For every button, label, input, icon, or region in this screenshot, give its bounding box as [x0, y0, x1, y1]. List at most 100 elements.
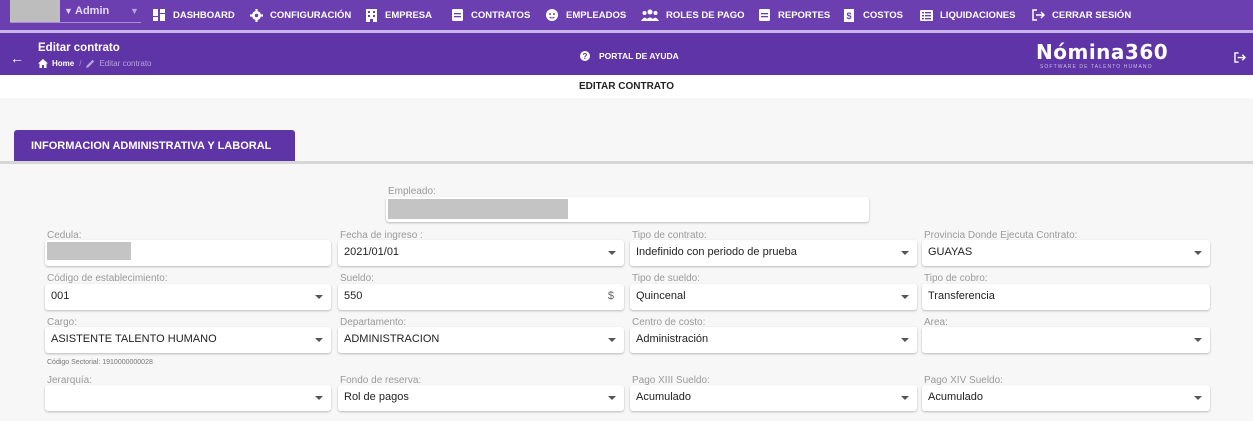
dropdown-arrow-icon: [1194, 396, 1202, 400]
nav-dashboard[interactable]: DASHBOARD: [152, 8, 235, 22]
home-icon: [38, 59, 48, 68]
dropdown-arrow-icon: [901, 251, 909, 255]
nav-label: LIQUIDACIONES: [940, 9, 1016, 21]
dropdown-arrow-icon: [315, 396, 323, 400]
centro-costo-value: Administración: [636, 333, 709, 345]
sueldo-value: 550: [344, 290, 363, 302]
users-icon: [641, 8, 659, 22]
dropdown-arrow-icon: [901, 396, 909, 400]
cargo-value: ASISTENTE TALENTO HUMANO: [51, 333, 217, 345]
nav-empresa[interactable]: EMPRESA: [364, 8, 432, 22]
tipo-contrato-select[interactable]: Indefinido con periodo de prueba: [630, 240, 917, 266]
help-portal-link[interactable]: ? PORTAL DE AYUDA: [580, 51, 679, 61]
nav-configuracion[interactable]: CONFIGURACIÓN: [249, 8, 351, 22]
back-arrow-icon[interactable]: ←: [10, 50, 24, 66]
nav-label: EMPRESA: [385, 9, 432, 21]
nav-reportes[interactable]: REPORTES: [757, 8, 830, 22]
costs-icon: $: [842, 8, 856, 22]
dropdown-arrow-icon: [1194, 251, 1202, 255]
tipo-cobro-value: Transferencia: [928, 290, 995, 302]
pago-xiii-select[interactable]: Acumulado: [630, 385, 917, 411]
fondo-reserva-select[interactable]: Rol de pagos: [338, 385, 624, 411]
dropdown-arrow-icon: [315, 338, 323, 342]
report-icon: [757, 8, 771, 22]
fecha-ingreso-select[interactable]: 2021/01/01: [338, 240, 624, 266]
nav-empleados[interactable]: EMPLEADOS: [545, 8, 626, 22]
centro-costo-select[interactable]: Administración: [630, 327, 917, 353]
breadcrumb-separator: /: [79, 59, 82, 68]
dollar-suffix: $: [607, 290, 614, 302]
user-menu-underline: [10, 22, 141, 23]
nav-label: CERRAR SESIÓN: [1052, 9, 1132, 21]
tipo-sueldo-select[interactable]: Quincenal: [630, 284, 917, 310]
dropdown-arrow-icon: [315, 295, 323, 299]
provincia-select[interactable]: GUAYAS: [922, 240, 1210, 266]
codigo-establecimiento-value: 001: [51, 290, 70, 302]
nav-label: REPORTES: [778, 9, 831, 21]
nav-contratos[interactable]: CONTRATOS: [450, 8, 530, 22]
dropdown-arrow-icon: [608, 251, 616, 255]
logout-icon[interactable]: [1234, 50, 1247, 68]
nav-label: CONTRATOS: [471, 9, 531, 21]
empleado-field[interactable]: [386, 197, 869, 222]
tipo-cobro-label: Tipo de cobro:: [924, 273, 988, 284]
codigo-establecimiento-label: Código de establecimiento:: [47, 273, 168, 284]
svg-text:?: ?: [583, 52, 588, 61]
caret-down-icon[interactable]: ▼: [64, 6, 73, 16]
breadcrumb: Home / Editar contrato: [38, 59, 152, 68]
nav-label: ROLES DE PAGO: [666, 9, 745, 21]
tab-underline: [0, 161, 1253, 164]
empleado-label: Empleado:: [388, 186, 436, 197]
user-avatar-redacted[interactable]: [10, 0, 60, 22]
tipo-sueldo-value: Quincenal: [636, 290, 686, 302]
redacted-value: [388, 199, 568, 219]
dropdown-arrow-icon: [608, 338, 616, 342]
help-label: PORTAL DE AYUDA: [599, 51, 679, 61]
user-name[interactable]: Admin: [75, 5, 109, 17]
tipo-sueldo-label: Tipo de sueldo:: [632, 273, 701, 284]
codigo-establecimiento-select[interactable]: 001: [45, 284, 331, 310]
sueldo-label: Sueldo:: [340, 273, 374, 284]
fondo-reserva-value: Rol de pagos: [344, 391, 409, 403]
nav-label: DASHBOARD: [173, 9, 235, 21]
dropdown-arrow-icon: [1194, 338, 1202, 342]
sueldo-input[interactable]: 550 $: [338, 284, 624, 310]
face-icon: [545, 8, 559, 22]
breadcrumb-current: Editar contrato: [99, 59, 152, 68]
section-title: EDITAR CONTRATO: [579, 81, 674, 92]
nav-cerrar-sesion[interactable]: CERRAR SESIÓN: [1031, 8, 1131, 22]
nav-label: CONFIGURACIÓN: [270, 9, 352, 21]
nav-costos[interactable]: $ COSTOS: [842, 8, 903, 22]
redacted-value: [47, 242, 131, 260]
tipo-cobro-input[interactable]: Transferencia: [922, 284, 1210, 310]
breadcrumb-home[interactable]: Home: [52, 59, 74, 68]
tipo-contrato-value: Indefinido con periodo de prueba: [636, 246, 797, 258]
pago-xiii-value: Acumulado: [636, 391, 692, 403]
pago-xiv-select[interactable]: Acumulado: [922, 385, 1210, 411]
jerarquia-select[interactable]: [45, 385, 331, 411]
caret-down-icon[interactable]: ▼: [130, 6, 139, 16]
pencil-icon: [86, 59, 95, 68]
building-icon: [364, 8, 378, 22]
tab-informacion-administrativa[interactable]: INFORMACION ADMINISTRATIVA Y LABORAL: [14, 130, 295, 161]
provincia-value: GUAYAS: [928, 246, 973, 258]
cedula-field[interactable]: [45, 240, 331, 266]
nav-label: EMPLEADOS: [566, 9, 627, 21]
list-icon: [919, 8, 933, 22]
brand-tagline: SOFTWARE DE TALENTO HUMANO: [1040, 64, 1153, 70]
dashboard-icon: [152, 8, 166, 22]
pago-xiv-value: Acumulado: [928, 391, 984, 403]
logout-icon: [1031, 8, 1045, 22]
dropdown-arrow-icon: [608, 396, 616, 400]
page-title: Editar contrato: [38, 42, 120, 54]
brand-logo: Nómina360: [1036, 40, 1169, 64]
fecha-ingreso-value: 2021/01/01: [344, 246, 400, 258]
nav-liquidaciones[interactable]: LIQUIDACIONES: [919, 8, 1015, 22]
cargo-select[interactable]: ASISTENTE TALENTO HUMANO: [45, 327, 331, 353]
departamento-select[interactable]: ADMINISTRACION: [338, 327, 624, 353]
nav-roles-de-pago[interactable]: ROLES DE PAGO: [641, 8, 744, 22]
departamento-value: ADMINISTRACION: [344, 333, 440, 345]
codigo-sectorial-hint: Código Sectorial: 1910000000028: [47, 359, 153, 366]
dropdown-arrow-icon: [901, 338, 909, 342]
area-select[interactable]: [922, 327, 1210, 353]
